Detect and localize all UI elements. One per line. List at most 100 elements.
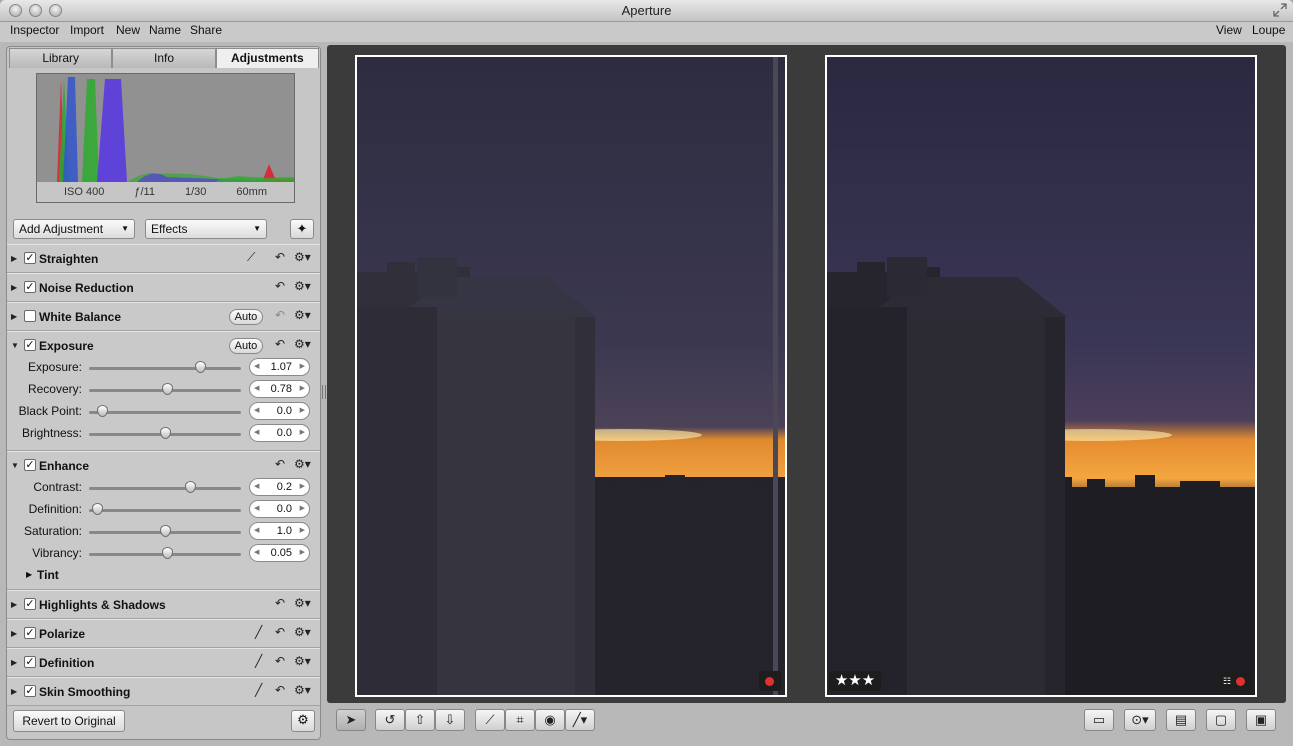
disclosure-triangle-icon[interactable]: ▶ [11, 312, 17, 321]
disclosure-triangle-icon[interactable]: ▼ [11, 341, 19, 350]
viewer-mode-button[interactable]: ▭ [1084, 709, 1114, 731]
add-adjustment-popup[interactable]: Add Adjustment ▼ [13, 219, 135, 239]
vibrancy-value-field[interactable]: ◀ 0.05 ▶ [249, 544, 310, 562]
undo-icon[interactable]: ↶ [275, 279, 285, 293]
menu-share[interactable]: Share [190, 23, 222, 37]
undo-icon[interactable]: ↶ [275, 654, 285, 668]
exposure-checkbox[interactable]: ✓ [24, 339, 36, 351]
lift-tool-button[interactable]: ⇧ [405, 709, 435, 731]
disclosure-triangle-icon[interactable]: ▶ [26, 570, 32, 579]
loupe-options-button[interactable]: ⊙▾ [1124, 709, 1156, 731]
inspector-gear-button[interactable]: ⚙ [291, 710, 315, 732]
black-point-slider[interactable] [89, 411, 241, 414]
saturation-slider-label: Saturation: [23, 524, 82, 538]
straighten-icon[interactable]: ⟋ [247, 250, 255, 265]
menu-loupe[interactable]: Loupe [1252, 23, 1285, 37]
exposure-auto-button[interactable]: Auto [229, 338, 263, 354]
brightness-slider-thumb[interactable] [159, 427, 171, 439]
menu-view[interactable]: View [1216, 23, 1242, 37]
adjustments-applied-icon: ☷ [1223, 676, 1232, 686]
revert-to-original-button[interactable]: Revert to Original [13, 710, 125, 732]
definition-checkbox[interactable]: ✓ [24, 656, 36, 668]
brush-icon[interactable]: ╱ [255, 683, 262, 697]
white-balance-checkbox[interactable] [24, 310, 36, 322]
undo-icon[interactable]: ↶ [275, 625, 285, 639]
disclosure-triangle-icon[interactable]: ▶ [11, 600, 17, 609]
fullscreen-icon[interactable] [1273, 3, 1287, 17]
disclosure-triangle-icon[interactable]: ▼ [11, 461, 19, 470]
definition-slider[interactable] [89, 509, 241, 512]
definition-value-field[interactable]: ◀ 0.0 ▶ [249, 500, 310, 518]
stamp-tool-button[interactable]: ⇩ [435, 709, 465, 731]
rotate-tool-button[interactable]: ↺ [375, 709, 405, 731]
gear-icon[interactable]: ⚙▾ [294, 457, 311, 471]
tab-info[interactable]: Info [112, 48, 216, 68]
straighten-tool-button[interactable]: ⟋ [475, 709, 505, 731]
photo-original[interactable] [355, 55, 787, 697]
noise-reduction-checkbox[interactable]: ✓ [24, 281, 36, 293]
gear-icon[interactable]: ⚙▾ [294, 279, 311, 293]
definition-slider-thumb[interactable] [91, 503, 103, 515]
undo-icon[interactable]: ↶ [275, 337, 285, 351]
disclosure-triangle-icon[interactable]: ▶ [11, 687, 17, 696]
gear-icon[interactable]: ⚙▾ [294, 250, 311, 264]
full-view-button[interactable]: ▣ [1246, 709, 1276, 731]
undo-icon[interactable]: ↶ [275, 683, 285, 697]
contrast-slider[interactable] [89, 487, 241, 490]
tab-adjustments[interactable]: Adjustments [215, 48, 319, 68]
straighten-checkbox[interactable]: ✓ [24, 252, 36, 264]
recovery-value-field[interactable]: ◀ 0.78 ▶ [249, 380, 310, 398]
menu-name[interactable]: Name [149, 23, 181, 37]
select-tool-button[interactable]: ➤ [336, 709, 366, 731]
brightness-value-field[interactable]: ◀ 0.0 ▶ [249, 424, 310, 442]
contrast-slider-thumb[interactable] [184, 481, 196, 493]
crop-tool-button[interactable]: ⌗ [505, 709, 535, 731]
disclosure-triangle-icon[interactable]: ▶ [11, 254, 17, 263]
enhance-checkbox[interactable]: ✓ [24, 459, 36, 471]
brush-icon[interactable]: ╱ [255, 654, 262, 668]
primary-only-button[interactable]: ▢ [1206, 709, 1236, 731]
gear-icon[interactable]: ⚙▾ [294, 683, 311, 697]
rating-badge[interactable]: ★★★ [829, 671, 881, 691]
vibrancy-slider-thumb[interactable] [162, 547, 174, 559]
red-eye-tool-button[interactable]: ◉ [535, 709, 565, 731]
magic-wand-button[interactable]: ✦ [290, 219, 314, 239]
polarize-checkbox[interactable]: ✓ [24, 627, 36, 639]
skin-smoothing-checkbox[interactable]: ✓ [24, 685, 36, 697]
photo-adjusted[interactable]: ★★★ ☷ [825, 55, 1257, 697]
undo-icon[interactable]: ↶ [275, 308, 285, 322]
exposure-slider-thumb[interactable] [194, 361, 206, 373]
highlights-shadows-checkbox[interactable]: ✓ [24, 598, 36, 610]
tint-subsection[interactable]: ▶ Tint [7, 567, 320, 589]
saturation-value-field[interactable]: ◀ 1.0 ▶ [249, 522, 310, 540]
undo-icon[interactable]: ↶ [275, 596, 285, 610]
gear-icon[interactable]: ⚙▾ [294, 654, 311, 668]
exposure-slider[interactable] [89, 367, 241, 370]
gear-icon[interactable]: ⚙▾ [294, 308, 311, 322]
effects-popup[interactable]: Effects ▼ [145, 219, 267, 239]
gear-icon[interactable]: ⚙▾ [294, 337, 311, 351]
recovery-slider-thumb[interactable] [162, 383, 174, 395]
menu-inspector[interactable]: Inspector [10, 23, 59, 37]
panel-splitter[interactable] [322, 385, 326, 399]
disclosure-triangle-icon[interactable]: ▶ [11, 283, 17, 292]
contrast-value-field[interactable]: ◀ 0.2 ▶ [249, 478, 310, 496]
menu-import[interactable]: Import [70, 23, 104, 37]
white-balance-auto-button[interactable]: Auto [229, 309, 263, 325]
undo-icon[interactable]: ↶ [275, 457, 285, 471]
gear-icon[interactable]: ⚙▾ [294, 596, 311, 610]
black-point-value-field[interactable]: ◀ 0.0 ▶ [249, 402, 310, 420]
gear-icon[interactable]: ⚙▾ [294, 625, 311, 639]
black-point-slider-thumb[interactable] [97, 405, 109, 417]
saturation-slider-thumb[interactable] [159, 525, 171, 537]
retouch-tool-button[interactable]: ╱▾ [565, 709, 595, 731]
brush-icon[interactable]: ╱ [255, 625, 262, 639]
exposure-value-field[interactable]: ◀ 1.07 ▶ [249, 358, 310, 376]
menu-new[interactable]: New [116, 23, 140, 37]
star-rating: ★★★ [834, 672, 876, 689]
filmstrip-button[interactable]: ▤ [1166, 709, 1196, 731]
disclosure-triangle-icon[interactable]: ▶ [11, 629, 17, 638]
undo-icon[interactable]: ↶ [275, 250, 285, 264]
disclosure-triangle-icon[interactable]: ▶ [11, 658, 17, 667]
tab-library[interactable]: Library [9, 48, 113, 68]
